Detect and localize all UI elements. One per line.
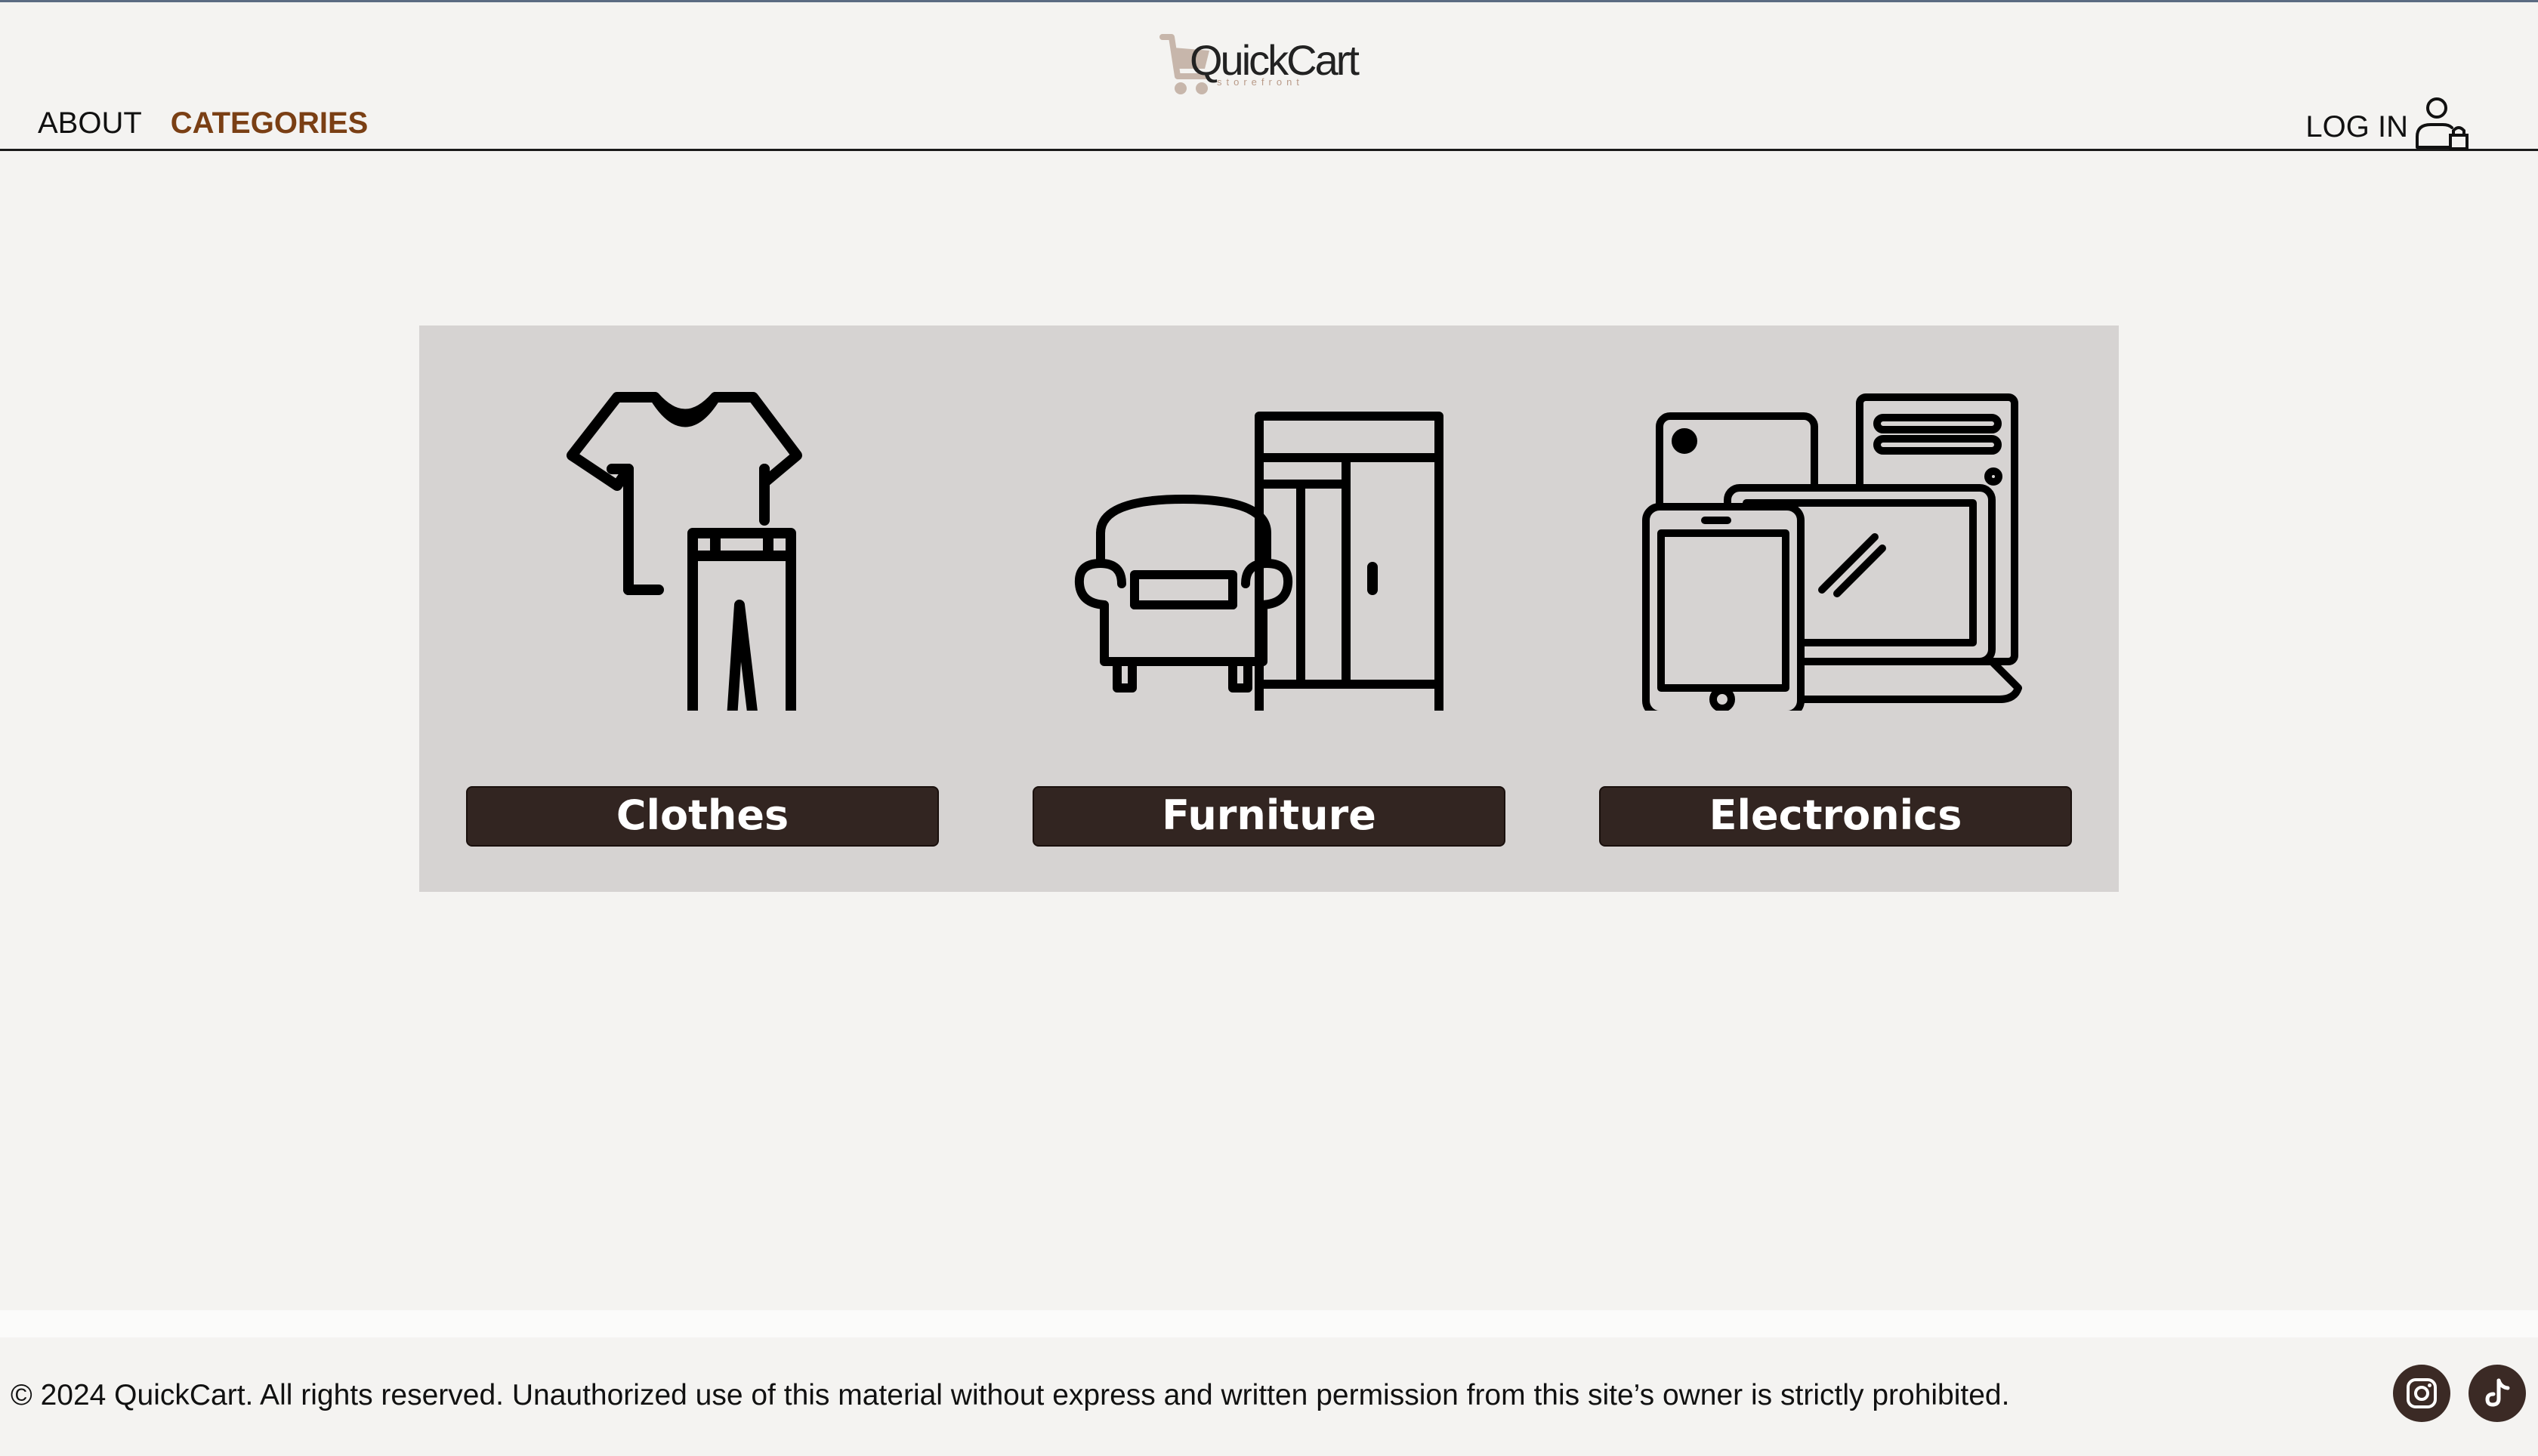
- user-lock-icon: [2416, 97, 2469, 150]
- electronics-icon: [1642, 393, 2022, 711]
- brand-logo[interactable]: QuickCart storefront: [1159, 31, 1360, 99]
- nav-about[interactable]: ABOUT: [38, 106, 142, 140]
- category-card-furniture[interactable]: Furniture: [1033, 325, 1505, 892]
- clothes-icon: [567, 392, 802, 711]
- category-button-electronics[interactable]: Electronics: [1599, 786, 2072, 847]
- instagram-icon: [2407, 1378, 2437, 1408]
- login-label: LOG IN: [2305, 110, 2408, 143]
- category-button-clothes[interactable]: Clothes: [466, 786, 939, 847]
- furniture-icon: [1074, 412, 1443, 711]
- instagram-link[interactable]: [2393, 1365, 2450, 1422]
- site-footer: © 2024 QuickCart. All rights reserved. U…: [0, 1337, 2538, 1456]
- site-header: QuickCart storefront ABOUT CATEGORIES LO…: [0, 2, 2538, 151]
- tiktok-link[interactable]: [2469, 1365, 2526, 1422]
- login-button[interactable]: LOG IN: [2305, 94, 2472, 152]
- tiktok-icon: [2485, 1378, 2510, 1407]
- category-button-furniture[interactable]: Furniture: [1033, 786, 1505, 847]
- copyright-text: © 2024 QuickCart. All rights reserved. U…: [11, 1379, 2010, 1411]
- brand-tagline: storefront: [1217, 76, 1304, 88]
- category-card-clothes[interactable]: Clothes: [466, 325, 939, 892]
- footer-divider: [0, 1310, 2538, 1337]
- main-nav: ABOUT CATEGORIES: [38, 106, 368, 140]
- nav-categories[interactable]: CATEGORIES: [171, 106, 369, 140]
- categories-panel: Clothes Furniture Electronics: [419, 325, 2119, 892]
- category-card-electronics[interactable]: Electronics: [1599, 325, 2072, 892]
